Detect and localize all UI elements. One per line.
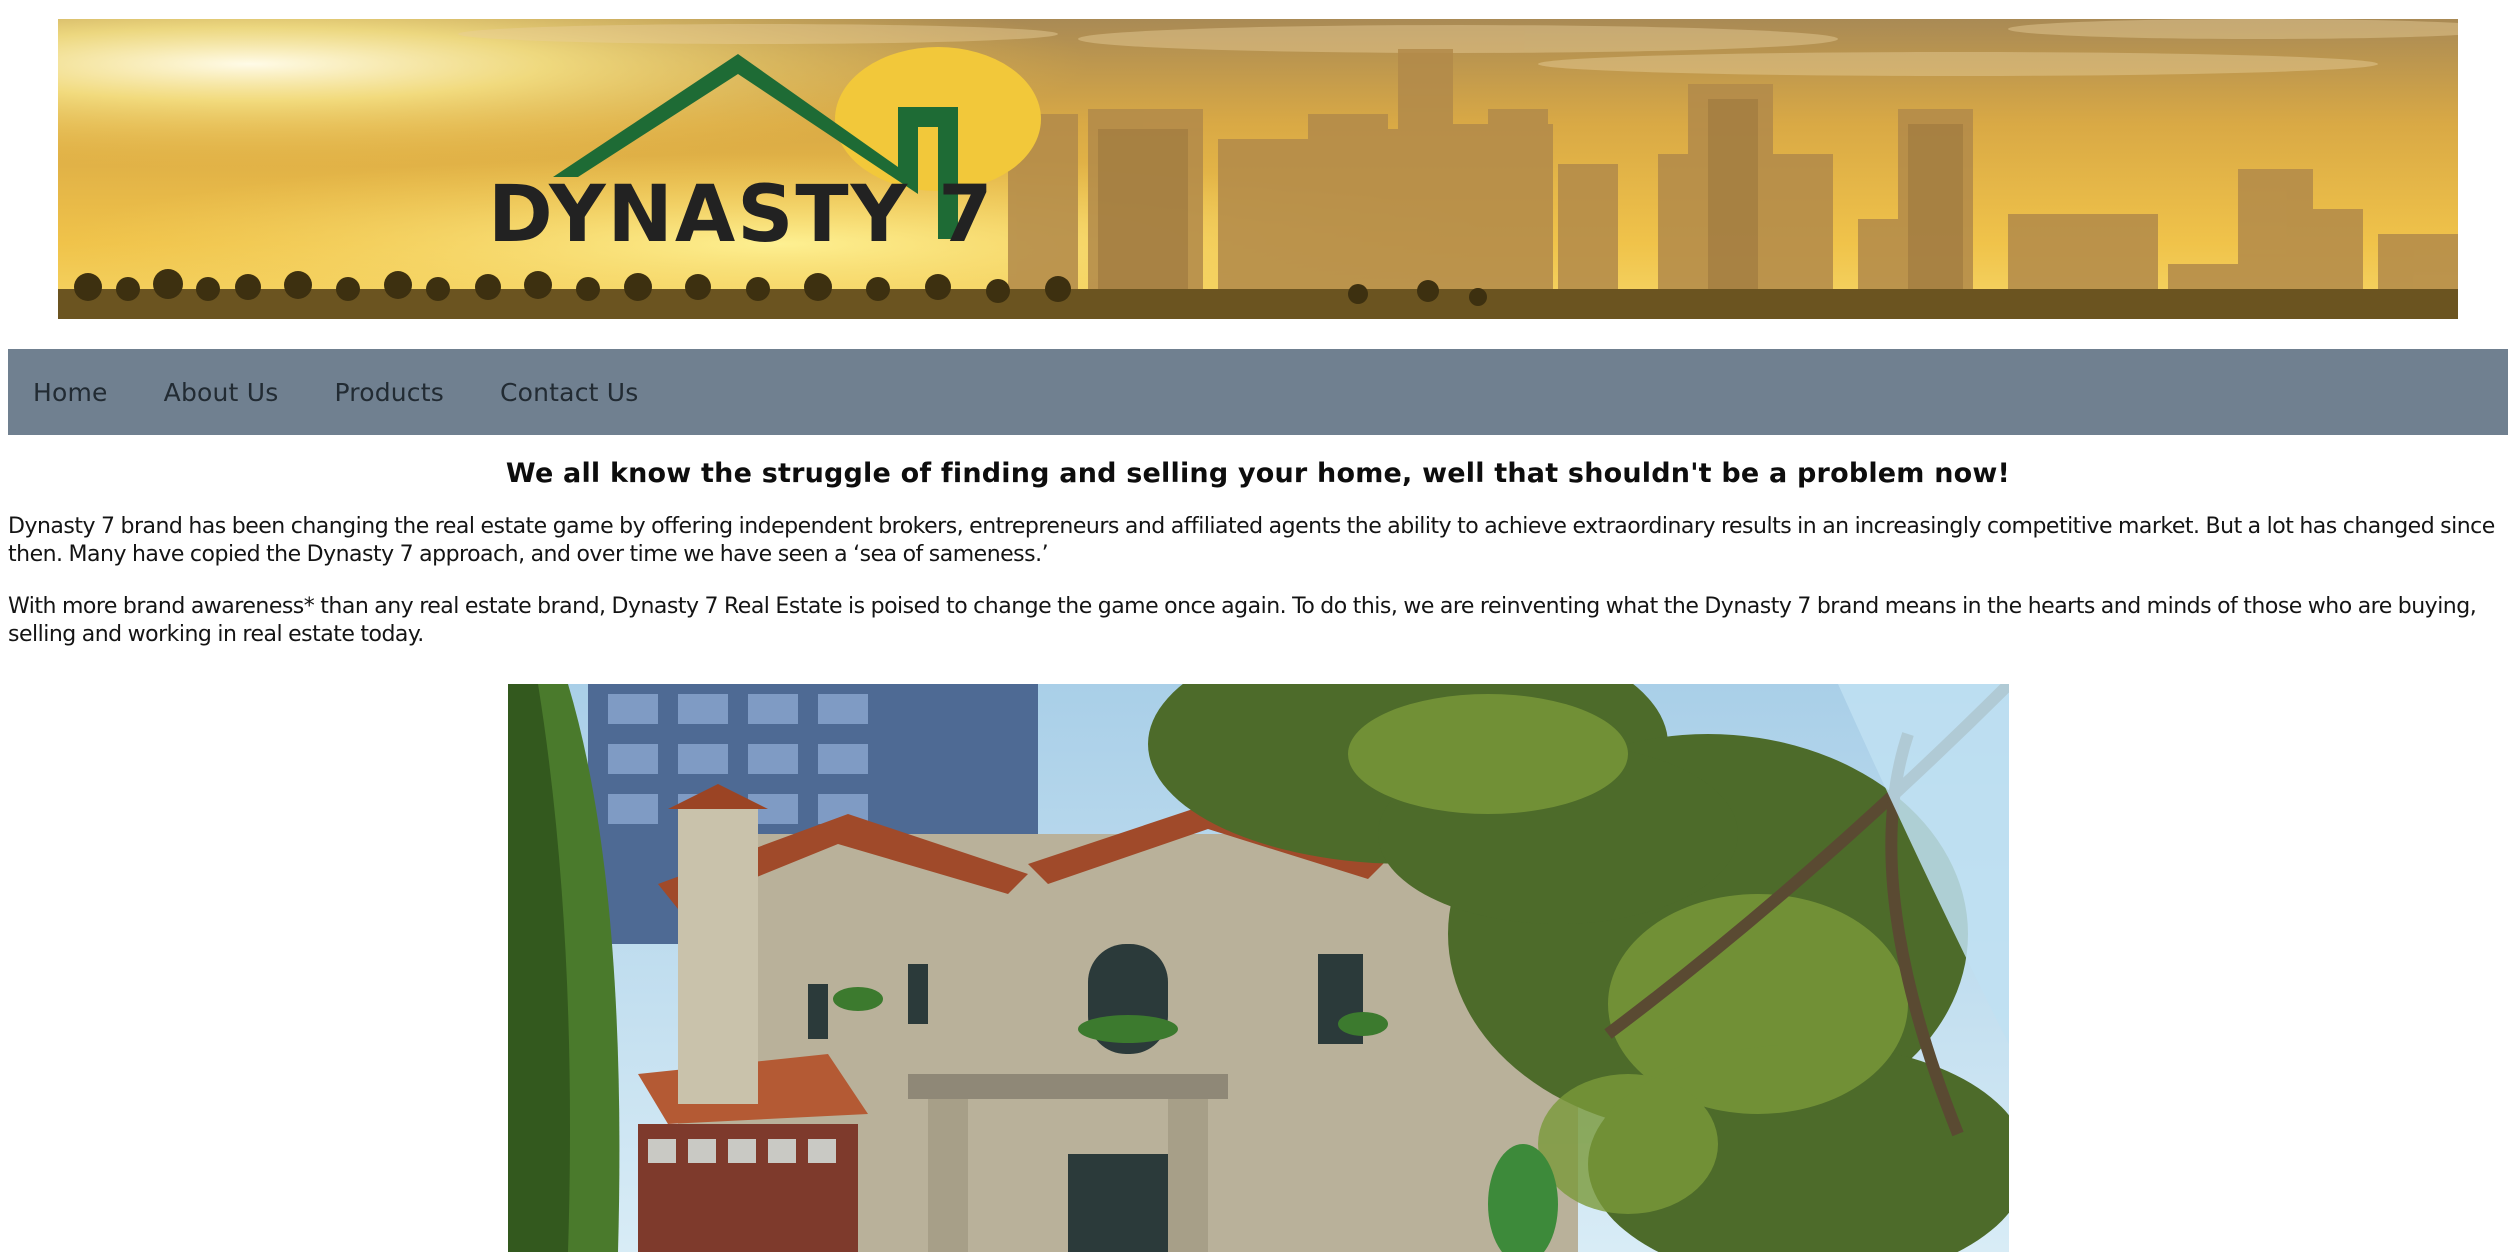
nav-home-link[interactable]: Home: [33, 378, 108, 407]
page-headline: We all know the struggle of finding and …: [505, 458, 2011, 489]
intro-paragraph-1: Dynasty 7 brand has been changing the re…: [8, 514, 2495, 567]
intro-paragraph-2: With more brand awareness* than any real…: [8, 594, 2477, 647]
nav-contact-us-link[interactable]: Contact Us: [500, 378, 639, 407]
house-photo: [508, 684, 2009, 1252]
house-photo-image: [508, 684, 2009, 1252]
main-navbar: Home About Us Products Contact Us: [8, 349, 2508, 435]
skyline-banner-image: DYNASTY 7: [58, 19, 2458, 319]
header-banner: DYNASTY 7: [58, 19, 2458, 319]
main-content: We all know the struggle of finding and …: [8, 458, 2508, 673]
logo-wordmark: DYNASTY 7: [488, 170, 995, 260]
nav-products-link[interactable]: Products: [334, 378, 444, 407]
nav-about-us-link[interactable]: About Us: [164, 378, 279, 407]
